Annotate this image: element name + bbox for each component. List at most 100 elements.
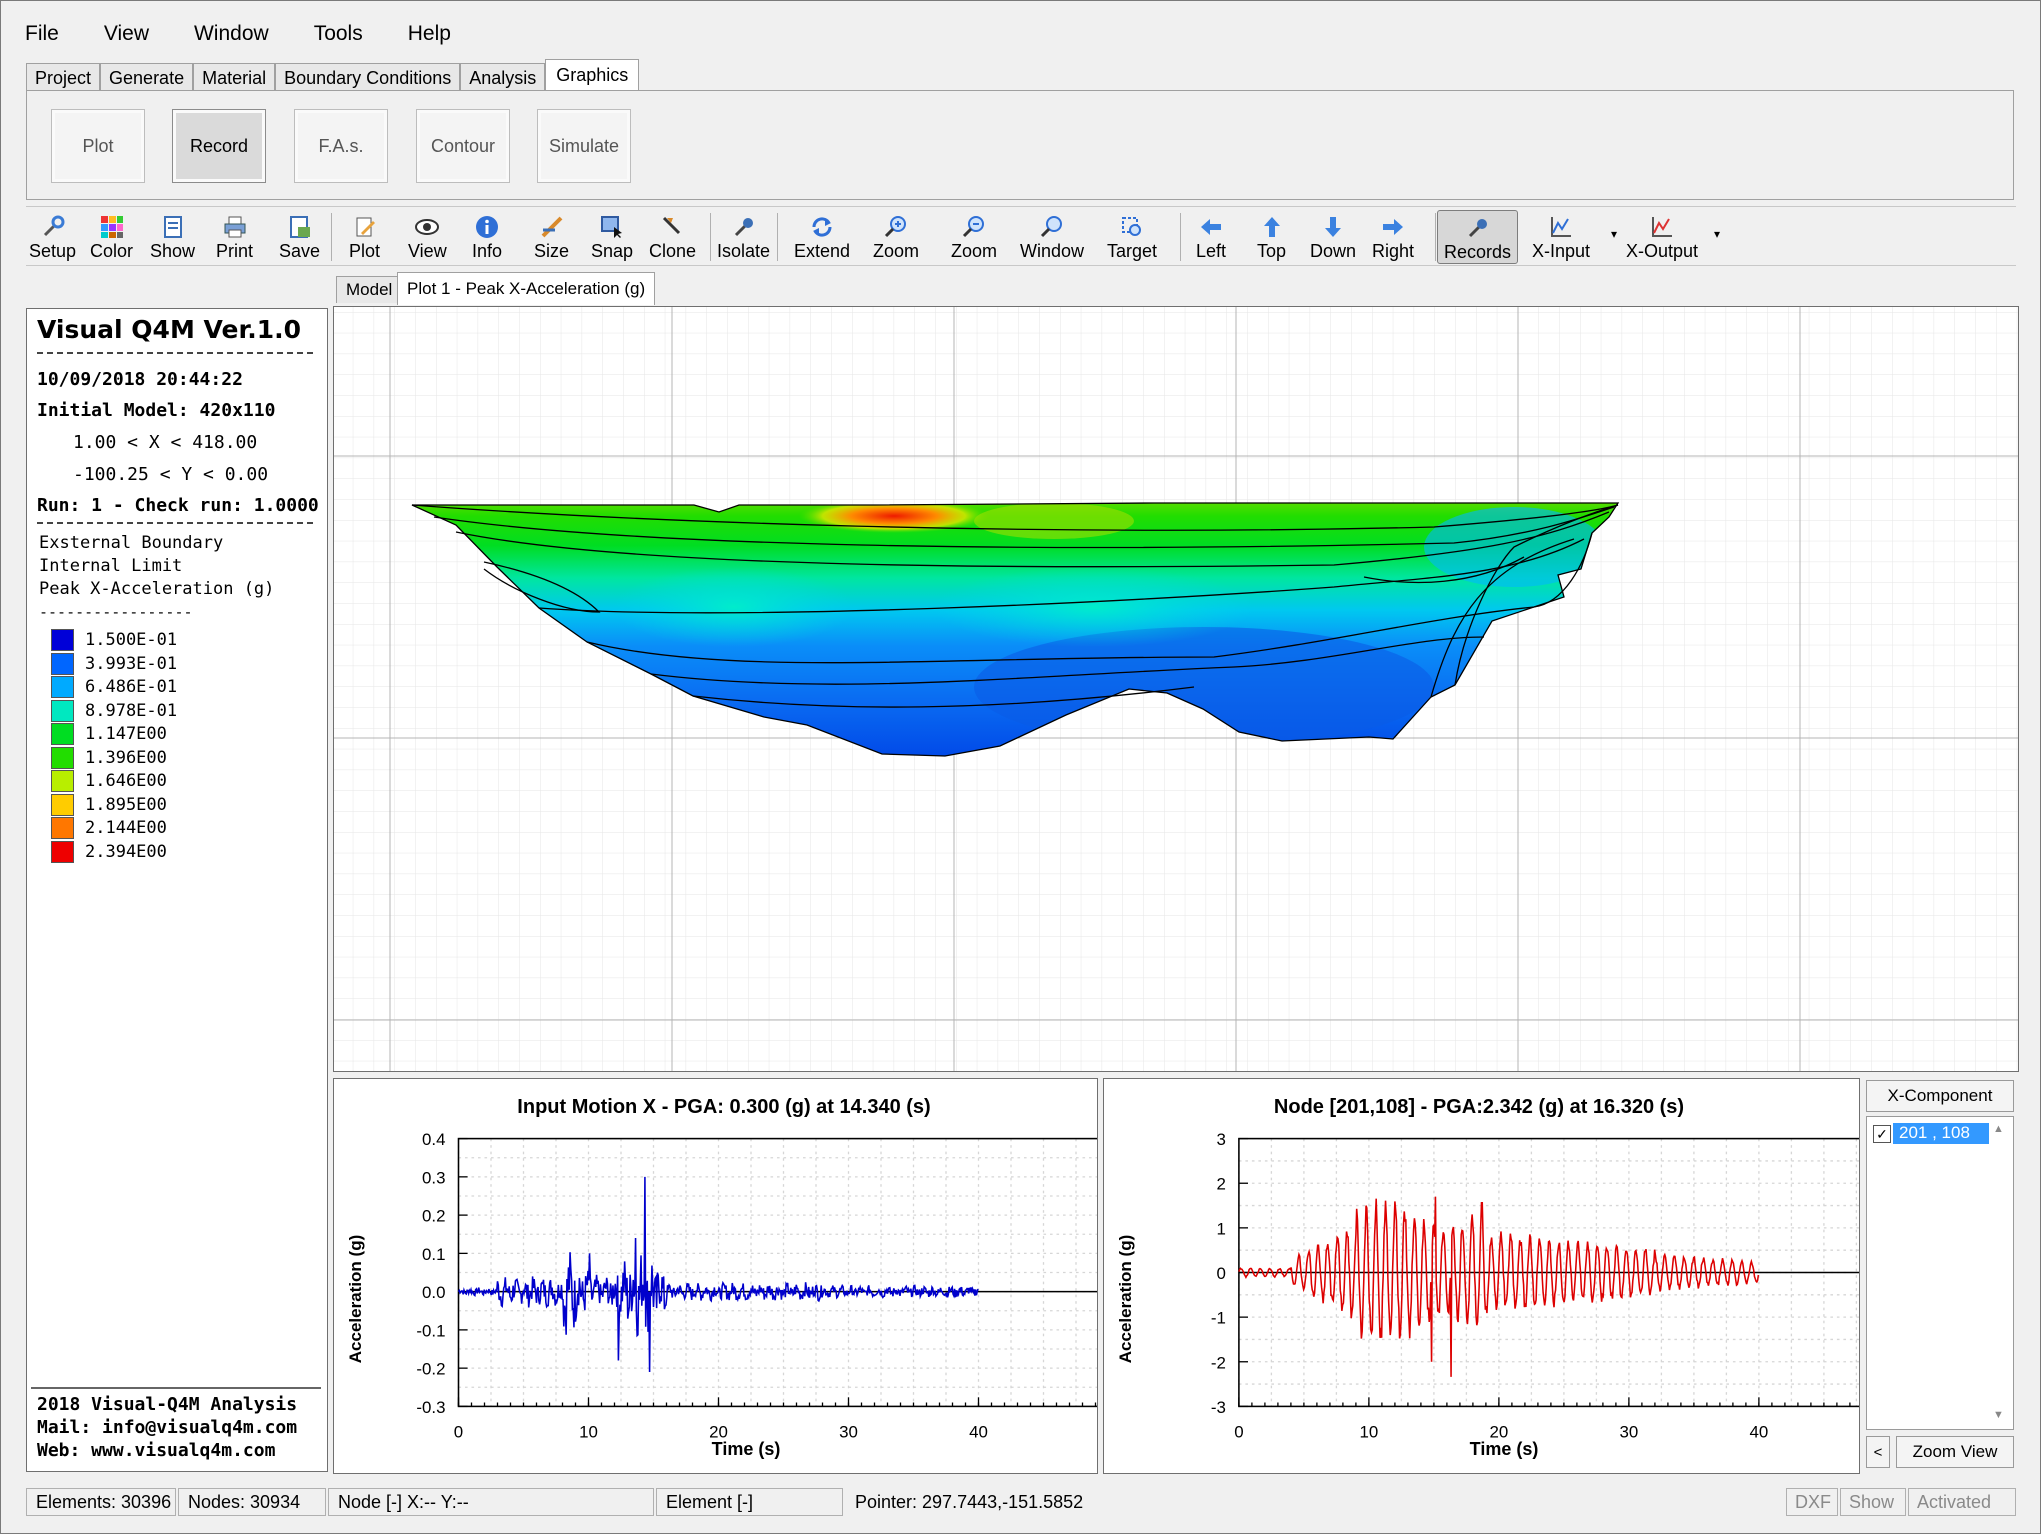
legend-value: 1.646E00 (85, 771, 167, 791)
tab-project[interactable]: Project (26, 63, 101, 92)
legend-value: 1.396E00 (85, 747, 167, 768)
dxf-button[interactable]: DXF (1786, 1488, 1838, 1516)
back-button[interactable]: < (1866, 1436, 1890, 1468)
legend-item: 1.500E-01 (51, 629, 177, 651)
tab-plot-1[interactable]: Plot 1 - Peak X-Acceleration (g) (397, 272, 656, 305)
legend-item: 6.486E-01 (51, 676, 177, 698)
status-element: Element [-] (656, 1488, 843, 1516)
contour-plot-area[interactable] (333, 306, 2019, 1072)
tab-graphics[interactable]: Graphics (545, 59, 640, 92)
snap-button[interactable]: Snap (591, 210, 633, 262)
toolbar-separator (1435, 213, 1436, 261)
run-info: Run: 1 - Check run: 1.0000 (37, 495, 319, 516)
save-button[interactable]: Save (279, 210, 320, 262)
color-button[interactable]: Color (90, 210, 133, 262)
y-tick-label: 1 (1216, 1219, 1225, 1238)
y-tick-label: -2 (1211, 1353, 1226, 1372)
run-datetime: 10/09/2018 20:44:22 (37, 369, 243, 390)
y-tick-label: -0.2 (416, 1360, 445, 1379)
record-ribbon-button[interactable]: Record (172, 109, 266, 183)
menu-tools[interactable]: Tools (289, 22, 383, 46)
extend-button[interactable]: Extend (794, 210, 850, 262)
legend-swatch (51, 699, 74, 722)
info-icon (475, 215, 499, 239)
zoom-in-icon (884, 215, 908, 239)
legend-value: 1.500E-01 (85, 630, 178, 650)
print-button[interactable]: Print (216, 210, 253, 262)
tab-generate[interactable]: Generate (100, 63, 194, 92)
plot-button[interactable]: Plot (349, 210, 380, 262)
records-button[interactable]: Records (1437, 210, 1519, 264)
legend-value: 8.978E-01 (85, 700, 178, 721)
legend-swatch (51, 676, 74, 698)
chart-x-label: Time (s) (1470, 1439, 1539, 1459)
footer-mail: Mail: info@visualq4m.com (37, 1417, 298, 1438)
y-tick-label: 0 (1216, 1264, 1225, 1283)
y-tick-label: 0.3 (422, 1168, 445, 1187)
left-button[interactable]: Left (1196, 210, 1226, 262)
menu-view[interactable]: View (79, 22, 169, 46)
activated-button[interactable]: Activated (1908, 1488, 2016, 1516)
x-output-button[interactable]: X-Output (1626, 210, 1698, 262)
status-pointer: Pointer: 297.7443,-151.5852 (855, 1491, 1084, 1512)
plot-ribbon-button[interactable]: Plot (51, 109, 145, 183)
setup-button[interactable]: Setup (29, 210, 76, 262)
x-component-button[interactable]: X-Component (1866, 1080, 2014, 1112)
x-input-button[interactable]: X-Input (1532, 210, 1590, 262)
toolbar-separator (1180, 213, 1181, 261)
y-tick-label: 0.2 (422, 1207, 445, 1226)
zoom-view-button[interactable]: Zoom View (1896, 1436, 2014, 1468)
legend-swatch (51, 840, 74, 863)
zoom-window-icon (1040, 215, 1064, 239)
tab-model[interactable]: Model (336, 276, 403, 303)
scroll-down-icon[interactable]: ▼ (1993, 1409, 2004, 1421)
status-elements: Elements: 30396 (26, 1488, 176, 1516)
menu-help[interactable]: Help (383, 22, 471, 46)
chart-plot-area: 010203040500.40.30.20.10.0-0.1-0.2-0.3 (416, 1130, 1118, 1442)
zoom-out-button[interactable]: Zoom (951, 210, 997, 262)
legend-item: 2.394E00 (51, 840, 167, 863)
component-list[interactable]: ✓ 201 , 108 ▲ ▼ (1866, 1116, 2014, 1430)
target-button[interactable]: Target (1107, 210, 1157, 262)
tab-material[interactable]: Material (193, 63, 276, 92)
scroll-up-icon[interactable]: ▲ (1993, 1123, 2004, 1135)
zoom-window-button[interactable]: Window (1020, 210, 1084, 262)
input-motion-chart-panel: 010203040500.40.30.20.10.0-0.1-0.2-0.3 I… (333, 1078, 1118, 1474)
printer-icon (223, 215, 247, 239)
chart-line-icon (1650, 215, 1674, 239)
chart-grid (457, 1137, 1110, 1408)
y-tick-label: -3 (1211, 1398, 1226, 1417)
show-status-button[interactable]: Show (1840, 1488, 1906, 1516)
top-button[interactable]: Top (1257, 210, 1286, 262)
isolate-button[interactable]: Isolate (717, 210, 770, 262)
menu-window[interactable]: Window (169, 22, 289, 46)
view-button[interactable]: View (408, 210, 447, 262)
records-icon (1466, 216, 1490, 240)
zoom-in-button[interactable]: Zoom (873, 210, 919, 262)
menu-file[interactable]: File (0, 22, 79, 46)
legend-item: 8.978E-01 (51, 699, 178, 722)
info-button[interactable]: Info (472, 210, 502, 262)
graphics-toolbar: Setup Color Show Print Save Plot View In… (26, 206, 2016, 266)
size-button[interactable]: Size (534, 210, 569, 262)
show-button[interactable]: Show (150, 210, 195, 262)
down-button[interactable]: Down (1310, 210, 1356, 262)
fas-ribbon-button[interactable]: F.A.s. (294, 109, 388, 183)
x-output-dropdown-icon[interactable]: ▾ (1714, 227, 1720, 241)
contour-ribbon-button[interactable]: Contour (416, 109, 510, 183)
arrow-down-icon (1321, 215, 1345, 239)
legend-item: 1.396E00 (51, 746, 167, 769)
legend-swatch (51, 817, 74, 839)
x-tick-label: 0 (1234, 1423, 1243, 1442)
component-item[interactable]: 201 , 108 (1893, 1123, 1989, 1144)
contour-plot[interactable] (334, 307, 2018, 1071)
simulate-ribbon-button[interactable]: Simulate (537, 109, 631, 183)
tab-boundary-conditions[interactable]: Boundary Conditions (275, 63, 461, 92)
component-checkbox[interactable]: ✓ (1873, 1125, 1891, 1143)
clone-button[interactable]: Clone (649, 210, 696, 262)
initial-model: Initial Model: 420x110 (37, 400, 276, 421)
x-input-dropdown-icon[interactable]: ▾ (1611, 227, 1617, 241)
color-grid-icon (100, 215, 124, 239)
right-button[interactable]: Right (1372, 210, 1414, 262)
tab-analysis[interactable]: Analysis (460, 63, 546, 92)
